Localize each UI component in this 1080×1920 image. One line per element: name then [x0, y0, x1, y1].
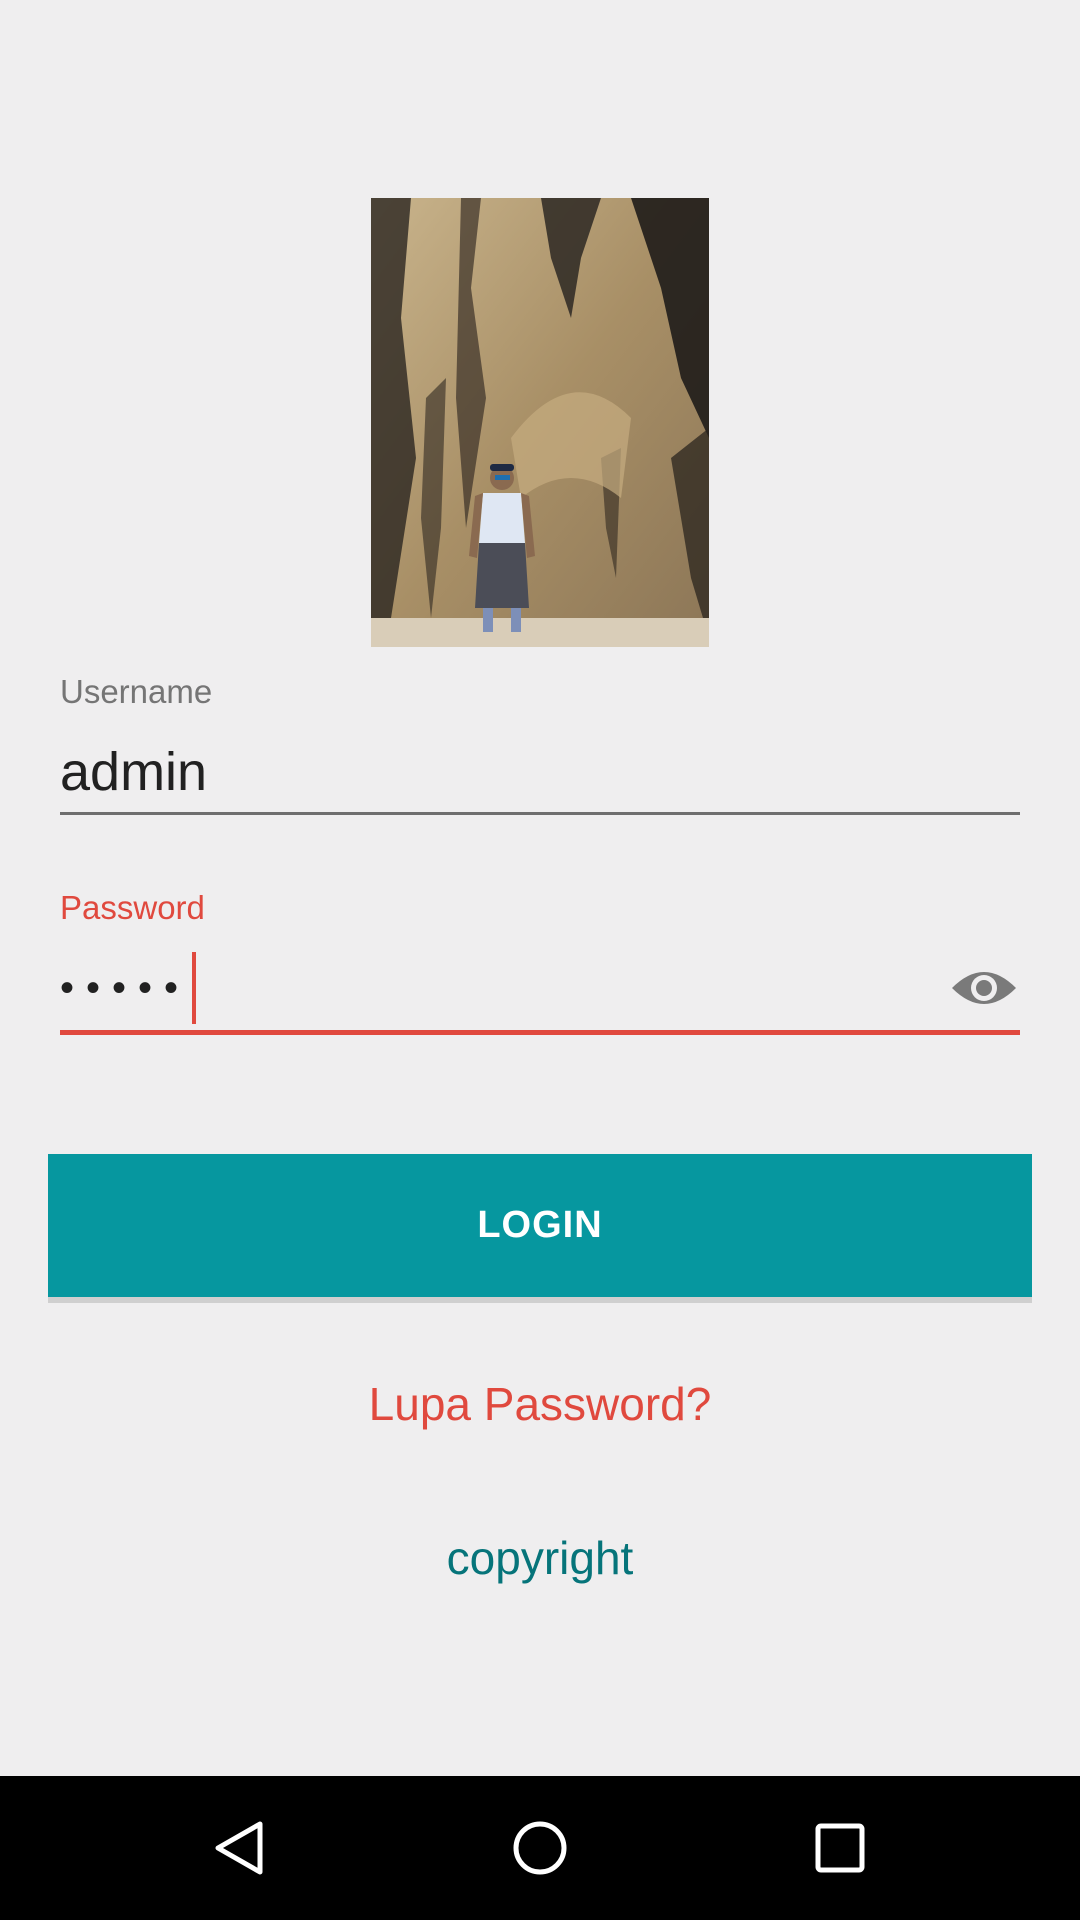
username-underline	[60, 812, 1020, 815]
password-masked-value: •••••	[60, 965, 191, 1010]
username-label: Username	[60, 673, 213, 710]
toggle-password-visibility-button[interactable]	[948, 960, 1020, 1016]
home-icon	[513, 1821, 567, 1875]
home-button[interactable]	[500, 1808, 580, 1888]
password-underline	[60, 1030, 1020, 1035]
recents-button[interactable]	[800, 1808, 880, 1888]
username-input[interactable]: admin	[60, 740, 207, 804]
login-screen: Username admin Password ••••• LOGIN Lupa…	[0, 0, 1080, 1920]
back-icon	[215, 1821, 263, 1875]
password-input[interactable]: •••••	[60, 952, 197, 1024]
eye-icon	[952, 972, 1016, 1004]
back-button[interactable]	[200, 1808, 280, 1888]
recents-icon	[815, 1823, 865, 1873]
password-label: Password	[60, 889, 205, 926]
forgot-password-link[interactable]: Lupa Password?	[0, 1376, 1080, 1432]
navigation-bar	[0, 1776, 1080, 1920]
text-cursor	[192, 952, 197, 1024]
copyright-link[interactable]: copyright	[0, 1530, 1080, 1586]
profile-photo	[371, 198, 709, 647]
login-button[interactable]: LOGIN	[48, 1154, 1032, 1297]
